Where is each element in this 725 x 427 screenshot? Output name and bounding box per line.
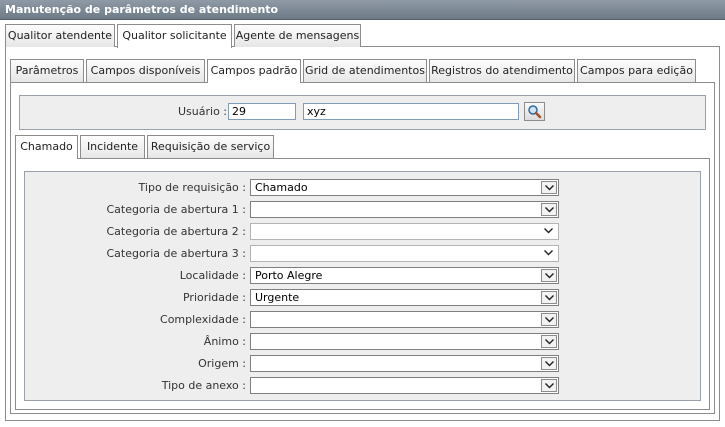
field-label-localidade: Localidade : [179, 269, 246, 282]
tab-campos-para-edicao[interactable]: Campos para edição [577, 59, 696, 82]
window-title-bar: Manutenção de parâmetros de atendimento [0, 0, 725, 20]
tab-grid-de-atendimentos[interactable]: Grid de atendimentos [303, 59, 427, 82]
tab-label: Agente de mensagens [235, 29, 360, 42]
tab-parametros[interactable]: Parâmetros [10, 59, 84, 82]
tab-label: Registros do atendimento [431, 64, 573, 77]
tab-label: Campos para edição [580, 64, 693, 77]
select-value: Chamado [255, 181, 308, 194]
tipo-de-anexo-select[interactable] [250, 377, 559, 394]
tab-label: Requisição de serviço [150, 140, 271, 153]
search-button[interactable] [524, 102, 545, 121]
field-label-origem: Origem : [198, 357, 246, 370]
user-label: Usuário : [178, 105, 228, 118]
tab-label: Parâmetros [15, 64, 79, 77]
dropdown-arrow-icon[interactable] [541, 357, 557, 370]
dropdown-arrow-icon[interactable] [541, 181, 557, 194]
user-code-input[interactable] [228, 103, 296, 120]
tab-label: Chamado [20, 140, 73, 153]
select-value: Porto Alegre [255, 269, 323, 282]
tab-campos-padrao[interactable]: Campos padrão [207, 59, 301, 83]
dropdown-arrow-icon[interactable] [541, 225, 557, 238]
origem-select[interactable] [250, 355, 559, 372]
categoria-de-abertura-1-select[interactable] [250, 201, 559, 218]
dropdown-arrow-icon[interactable] [541, 291, 557, 304]
field-label-animo: Ânimo : [203, 335, 246, 348]
categoria-de-abertura-3-select[interactable] [250, 245, 559, 262]
tab-chamado[interactable]: Chamado [15, 135, 78, 159]
tab-requisicao-de-servico[interactable]: Requisição de serviço [147, 135, 274, 158]
tab-incidente[interactable]: Incidente [80, 135, 145, 158]
dropdown-arrow-icon[interactable] [541, 379, 557, 392]
dropdown-arrow-icon[interactable] [541, 335, 557, 348]
dropdown-arrow-icon[interactable] [541, 203, 557, 216]
categoria-de-abertura-2-select[interactable] [250, 223, 559, 240]
tab-qualitor-atendente[interactable]: Qualitor atendente [5, 24, 115, 47]
dropdown-arrow-icon[interactable] [541, 269, 557, 282]
field-label-tipo-de-requisicao: Tipo de requisição : [138, 181, 246, 194]
field-label-categoria-de-abertura-3: Categoria de abertura 3 : [106, 247, 246, 260]
prioridade-select[interactable]: Urgente [250, 289, 559, 306]
localidade-select[interactable]: Porto Alegre [250, 267, 559, 284]
tab-campos-disponiveis[interactable]: Campos disponíveis [86, 59, 205, 82]
tab-label: Grid de atendimentos [305, 64, 425, 77]
tipo-de-requisicao-select[interactable]: Chamado [250, 179, 559, 196]
window-title: Manutenção de parâmetros de atendimento [5, 3, 279, 16]
field-label-tipo-de-anexo: Tipo de anexo : [161, 379, 246, 392]
field-label-categoria-de-abertura-1: Categoria de abertura 1 : [106, 203, 246, 216]
animo-select[interactable] [250, 333, 559, 350]
dropdown-arrow-icon[interactable] [541, 313, 557, 326]
field-label-complexidade: Complexidade : [160, 313, 246, 326]
magnifier-icon [528, 105, 542, 119]
tab-registros-do-atendimento[interactable]: Registros do atendimento [429, 59, 575, 82]
field-label-prioridade: Prioridade : [182, 291, 246, 304]
tab-label: Qualitor atendente [7, 29, 113, 42]
tab-label: Campos padrão [210, 64, 298, 77]
tab-label: Campos disponíveis [90, 64, 201, 77]
complexidade-select[interactable] [250, 311, 559, 328]
tab-label: Incidente [86, 140, 139, 153]
tab-agente-de-mensagens[interactable]: Agente de mensagens [234, 24, 361, 47]
field-label-categoria-de-abertura-2: Categoria de abertura 2 : [106, 225, 246, 238]
tab-qualitor-solicitante[interactable]: Qualitor solicitante [117, 24, 232, 48]
select-value: Urgente [255, 291, 300, 304]
dropdown-arrow-icon[interactable] [541, 247, 557, 260]
user-name-input[interactable] [303, 103, 519, 120]
tab-label: Qualitor solicitante [122, 29, 227, 42]
